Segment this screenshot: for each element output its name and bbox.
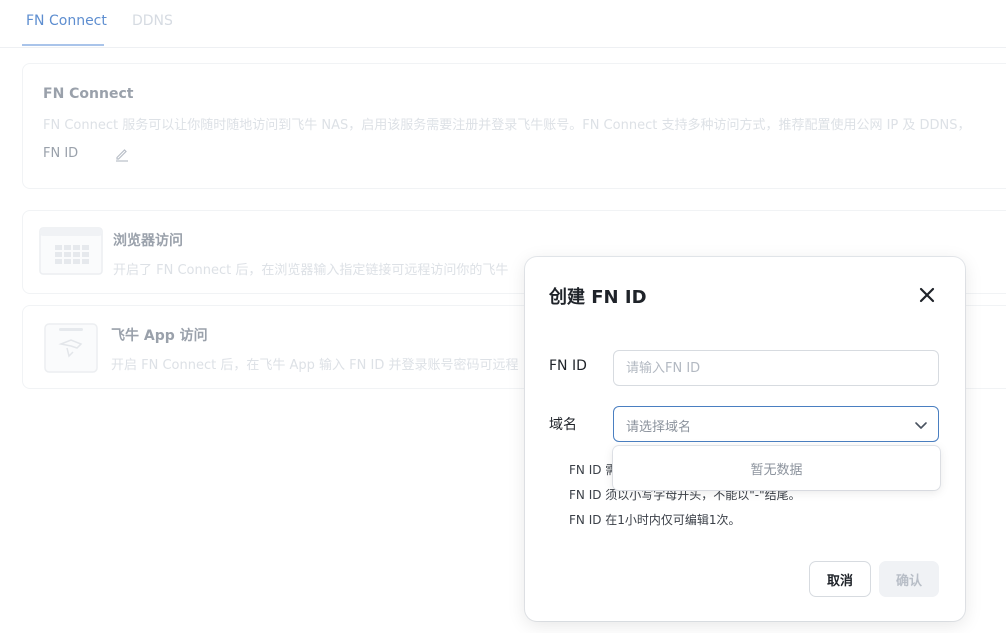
domain-field-label: 域名	[549, 417, 577, 433]
cancel-button[interactable]: 取消	[809, 561, 871, 597]
fn-connect-description: FN Connect 服务可以让你随时随地访问到飞牛 NAS，启用该服务需要注册…	[43, 118, 971, 133]
browser-access-title: 浏览器访问	[113, 233, 183, 249]
hint-line-3: FN ID 在1小时内仅可编辑1次。	[569, 513, 741, 527]
edit-icon[interactable]	[114, 146, 130, 162]
fnid-label: FN ID	[43, 146, 79, 161]
dropdown-empty-text: 暂无数据	[750, 463, 803, 478]
fn-connect-card: FN Connect FN Connect 服务可以让你随时随地访问到飞牛 NA…	[22, 63, 1006, 189]
app-access-description: 开启 FN Connect 后，在飞牛 App 输入 FN ID 并登录账号密码…	[111, 358, 519, 373]
dialog-title: 创建 FN ID	[549, 287, 647, 308]
confirm-button[interactable]: 确认	[879, 561, 939, 597]
fnid-field-label: FN ID	[549, 358, 587, 374]
tab-fn-connect[interactable]: FN Connect	[26, 12, 107, 30]
tab-bar: FN Connect DDNS	[0, 0, 1006, 48]
browser-access-description: 开启了 FN Connect 后，在浏览器输入指定链接可远程访问你的飞牛	[113, 263, 509, 278]
fn-connect-page: FN Connect DDNS FN Connect FN Connect 服务…	[0, 0, 1006, 633]
fn-connect-title: FN Connect	[43, 86, 134, 102]
hint-line-1: FN ID 需	[569, 463, 618, 477]
domain-dropdown: 暂无数据	[613, 446, 940, 490]
phone-app-icon	[44, 323, 98, 373]
close-icon[interactable]	[917, 285, 937, 305]
app-access-title: 飞牛 App 访问	[111, 328, 208, 344]
active-tab-indicator	[22, 44, 104, 46]
fnid-input[interactable]	[613, 350, 939, 386]
create-fnid-dialog: 创建 FN ID FN ID 域名 请选择域名 FN ID 需 FN ID 须以…	[525, 257, 965, 621]
browser-icon	[39, 227, 103, 275]
domain-select-placeholder: 请选择域名	[626, 420, 692, 435]
tab-ddns[interactable]: DDNS	[132, 12, 173, 30]
domain-select[interactable]: 请选择域名	[613, 406, 939, 442]
chevron-down-icon	[915, 422, 927, 429]
